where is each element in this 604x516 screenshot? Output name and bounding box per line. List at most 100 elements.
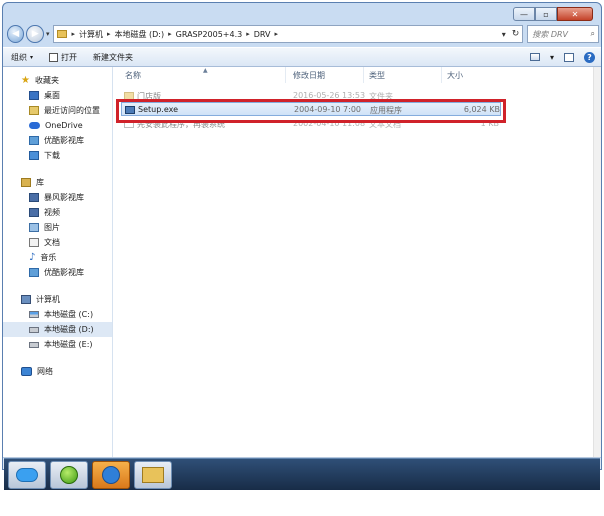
- annotation-highlight-box: [116, 99, 506, 123]
- sidebar-item-youku-library[interactable]: 优酷影视库: [3, 265, 112, 280]
- cloud-app-icon: [16, 467, 38, 482]
- sidebar-item-baofeng[interactable]: 暴风影视库: [3, 190, 112, 205]
- file-list: ▲ 名称 修改日期 类型 大小 门店版 2016-05-26 13:53 文件夹…: [113, 67, 601, 457]
- breadcrumb-separator-icon[interactable]: ▸: [107, 30, 111, 38]
- sidebar-item-label: 库: [36, 178, 44, 187]
- column-header-date[interactable]: 修改日期: [293, 70, 325, 81]
- address-row: ◀ ▶ ▾ ▸ 计算机 ▸ 本地磁盘 (D:) ▸ GRASP2005+4.3 …: [7, 23, 600, 45]
- system-drive-icon: [29, 311, 39, 318]
- sidebar-item-label: 计算机: [36, 295, 60, 304]
- sidebar-item-label: OneDrive: [45, 121, 83, 130]
- refresh-icon[interactable]: ↻: [512, 29, 520, 39]
- sidebar-item-pictures[interactable]: 图片: [3, 220, 112, 235]
- taskbar-cloud-app-button[interactable]: [8, 460, 46, 489]
- sidebar-item-videos[interactable]: 视频: [3, 205, 112, 220]
- breadcrumb-separator-icon[interactable]: ▸: [246, 30, 250, 38]
- taskbar-browser-button[interactable]: [50, 460, 88, 489]
- search-placeholder: 搜索 DRV: [532, 29, 569, 39]
- video-library-folder-icon: [29, 268, 39, 277]
- sidebar-item-label: 本地磁盘 (D:): [44, 325, 94, 334]
- close-button[interactable]: ✕: [557, 7, 593, 21]
- column-divider[interactable]: [285, 67, 286, 83]
- recent-pages-dropdown-icon[interactable]: ▾: [46, 30, 50, 38]
- sidebar-item-youku[interactable]: 优酷影视库: [3, 133, 112, 148]
- sidebar-item-music[interactable]: ♪ 音乐: [3, 250, 112, 265]
- sidebar-item-drive-c[interactable]: 本地磁盘 (C:): [3, 307, 112, 322]
- open-icon: [49, 52, 59, 62]
- navigation-pane: ★ 收藏夹 桌面 最近访问的位置 OneDrive 优酷影视库 下载 库 暴风影…: [3, 67, 113, 457]
- column-header-type[interactable]: 类型: [369, 70, 385, 81]
- column-divider[interactable]: [363, 67, 364, 83]
- breadcrumb-grasp[interactable]: GRASP2005+4.3: [176, 30, 243, 39]
- pictures-icon: [29, 223, 39, 232]
- address-history-dropdown-icon[interactable]: ▾: [502, 30, 506, 39]
- sidebar-item-onedrive[interactable]: OneDrive: [3, 118, 112, 133]
- column-header-size[interactable]: 大小: [447, 70, 463, 81]
- video-library-icon: [29, 193, 39, 202]
- videos-icon: [29, 208, 39, 217]
- desktop-icon: [29, 91, 39, 100]
- sidebar-item-recent-places[interactable]: 最近访问的位置: [3, 103, 112, 118]
- navigation-arrow-app-icon: [102, 465, 120, 484]
- sidebar-item-label: 本地磁盘 (C:): [44, 310, 94, 319]
- open-button[interactable]: 打开: [41, 52, 85, 63]
- sidebar-item-documents[interactable]: 文档: [3, 235, 112, 250]
- file-explorer-icon: [142, 466, 164, 483]
- sidebar-item-network[interactable]: 网络: [3, 364, 112, 379]
- view-options-dropdown-icon[interactable]: ▾: [550, 53, 554, 62]
- vertical-scrollbar[interactable]: [593, 67, 601, 457]
- search-input[interactable]: 搜索 DRV ⌕: [527, 25, 600, 43]
- sidebar-item-label: 下载: [44, 151, 60, 160]
- sidebar-item-label: 音乐: [40, 253, 57, 262]
- sidebar-item-label: 优酷影视库: [44, 268, 84, 277]
- sidebar-item-label: 文档: [44, 238, 60, 247]
- sidebar-item-label: 暴风影视库: [44, 193, 84, 202]
- music-note-icon: ♪: [29, 251, 36, 263]
- address-bar[interactable]: ▸ 计算机 ▸ 本地磁盘 (D:) ▸ GRASP2005+4.3 ▸ DRV …: [53, 25, 524, 43]
- sort-indicator-icon: ▲: [203, 67, 208, 74]
- sidebar-item-desktop[interactable]: 桌面: [3, 88, 112, 103]
- back-button[interactable]: ◀: [7, 25, 25, 43]
- column-header-row: ▲ 名称 修改日期 类型 大小: [113, 67, 601, 83]
- taskbar-arrow-app-button[interactable]: [92, 460, 130, 489]
- sidebar-item-label: 收藏夹: [34, 76, 59, 85]
- hard-drive-icon: [29, 326, 39, 333]
- breadcrumb-drive-d[interactable]: 本地磁盘 (D:): [114, 29, 164, 40]
- sidebar-item-label: 优酷影视库: [44, 136, 84, 145]
- help-icon[interactable]: ?: [584, 51, 595, 63]
- documents-icon: [29, 238, 39, 247]
- computer-icon: [21, 295, 31, 304]
- organize-button[interactable]: 组织 ▾: [3, 52, 41, 63]
- breadcrumb-separator-icon[interactable]: ▸: [71, 30, 75, 38]
- breadcrumb-separator-icon[interactable]: ▸: [168, 30, 172, 38]
- onedrive-cloud-icon: [29, 122, 40, 129]
- sidebar-item-label: 视频: [44, 208, 60, 217]
- sidebar-item-computer[interactable]: 计算机: [3, 292, 112, 307]
- sidebar-item-drive-e[interactable]: 本地磁盘 (E:): [3, 337, 112, 352]
- taskbar-explorer-button[interactable]: [134, 460, 172, 489]
- preview-pane-icon[interactable]: [564, 52, 574, 62]
- sidebar-item-favorites[interactable]: ★ 收藏夹: [3, 73, 112, 88]
- column-divider[interactable]: [441, 67, 442, 83]
- search-icon[interactable]: ⌕: [591, 29, 595, 39]
- command-bar: 组织 ▾ 打开 新建文件夹 ▾ ?: [3, 47, 601, 67]
- breadcrumb-drv[interactable]: DRV: [254, 30, 271, 39]
- sidebar-item-downloads[interactable]: 下载: [3, 148, 112, 163]
- library-icon: [21, 178, 31, 187]
- new-folder-button[interactable]: 新建文件夹: [85, 52, 141, 63]
- sidebar-item-libraries[interactable]: 库: [3, 175, 112, 190]
- column-header-name[interactable]: 名称: [125, 70, 141, 81]
- forward-button[interactable]: ▶: [26, 25, 44, 43]
- minimize-button[interactable]: —: [513, 7, 535, 21]
- open-label: 打开: [61, 52, 78, 62]
- maximize-button[interactable]: ▫: [535, 7, 557, 21]
- recent-places-icon: [29, 106, 39, 115]
- change-view-icon[interactable]: [529, 53, 540, 61]
- star-icon: ★: [21, 74, 30, 86]
- chevron-down-icon: ▾: [30, 53, 34, 61]
- breadcrumb-computer[interactable]: 计算机: [79, 29, 103, 40]
- breadcrumb-separator-icon[interactable]: ▸: [275, 30, 279, 38]
- sidebar-item-drive-d[interactable]: 本地磁盘 (D:): [3, 322, 112, 337]
